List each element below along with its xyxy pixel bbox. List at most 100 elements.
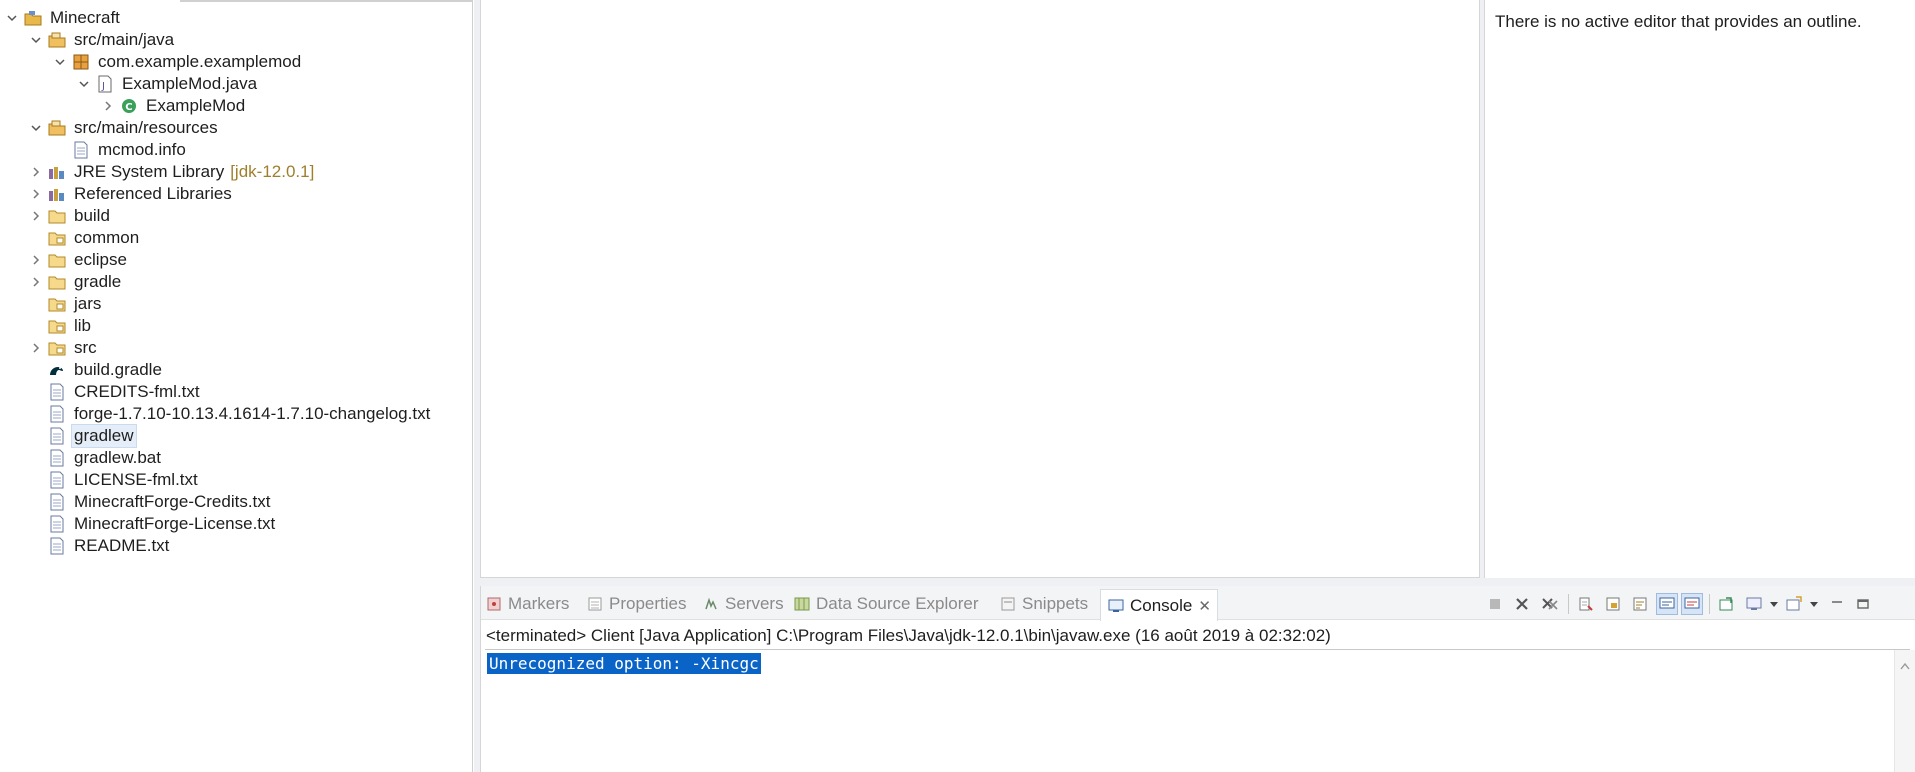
tree-item-label: ExampleMod (146, 96, 246, 115)
tree-item-label: forge-1.7.10-10.13.4.1614-1.7.10-changel… (74, 404, 431, 423)
console-icon (1107, 597, 1125, 615)
bottom-panel: Markers Properties Servers Data Source E… (480, 586, 1915, 772)
toolbar-separator (1709, 594, 1710, 614)
svg-text:C: C (125, 102, 132, 113)
console-output-line[interactable]: Unrecognized option: -Xincgc (487, 653, 761, 674)
tree-item-label: gradle (74, 272, 122, 291)
tree-item-label: MinecraftForge-License.txt (74, 514, 276, 533)
tree-item-label: src (74, 338, 97, 357)
tab-data-source-explorer[interactable]: Data Source Explorer (793, 590, 979, 618)
chevron-down-icon[interactable] (4, 10, 20, 26)
java-file-icon: J (96, 75, 114, 93)
gradle-icon (48, 361, 66, 379)
show-console-on-stderr-icon[interactable] (1681, 593, 1703, 615)
folder-icon (48, 207, 66, 225)
folder-icon (48, 295, 66, 313)
display-selected-console-icon[interactable] (1743, 593, 1765, 615)
tree-item-label: MinecraftForge-Credits.txt (74, 492, 271, 511)
word-wrap-icon[interactable] (1629, 593, 1651, 615)
pin-console-icon[interactable] (1715, 593, 1737, 615)
tree-item-label: lib (74, 316, 92, 335)
clear-console-icon[interactable] (1575, 593, 1597, 615)
remove-all-terminated-icon[interactable] (1539, 593, 1561, 615)
tree-item-label: Minecraft (50, 8, 120, 27)
tree-item-label: jars (74, 294, 102, 313)
close-icon[interactable]: ✕ (1198, 597, 1211, 615)
sash-horizontal[interactable] (474, 578, 1915, 586)
text-file-icon (48, 427, 66, 445)
tree-item-label: eclipse (74, 250, 127, 269)
source-folder-icon (48, 119, 66, 137)
tree-item-label: build.gradle (74, 360, 162, 379)
scroll-lock-icon[interactable] (1602, 593, 1624, 615)
folder-icon (48, 339, 66, 357)
tree-item-label: Referenced Libraries (74, 184, 232, 203)
tab-label: Properties (609, 594, 687, 613)
chevron-down-icon[interactable] (76, 76, 92, 92)
chevron-down-icon[interactable] (28, 32, 44, 48)
tab-label: Data Source Explorer (816, 594, 979, 613)
view-tab-bar: Markers Properties Servers Data Source E… (481, 586, 1915, 621)
show-console-on-stdout-icon[interactable] (1656, 593, 1678, 615)
outline-view: There is no active editor that provides … (1484, 0, 1915, 578)
snippets-icon (999, 595, 1017, 613)
open-console-icon[interactable] (1783, 593, 1805, 615)
tree-item-label: build (74, 206, 110, 225)
servers-icon (702, 595, 720, 613)
explorer-top-border (180, 0, 472, 2)
library-icon (48, 185, 66, 203)
tree-item-label: ExampleMod.java (122, 74, 258, 93)
folder-icon (48, 229, 66, 247)
data-source-icon (793, 595, 811, 613)
chevron-up-icon[interactable] (1899, 656, 1911, 676)
tree-item-label: mcmod.info (98, 140, 186, 159)
chevron-right-icon[interactable] (28, 164, 44, 180)
project-explorer: Minecraft src/main/java com.example.exam… (0, 0, 473, 772)
text-file-icon (48, 383, 66, 401)
chevron-right-icon[interactable] (28, 186, 44, 202)
tree-item-label: src/main/resources (74, 118, 218, 137)
tab-console[interactable]: Console ✕ (1100, 589, 1218, 621)
tree-item-label: LICENSE-fml.txt (74, 470, 198, 489)
text-file-icon (48, 449, 66, 467)
svg-text:J: J (101, 81, 105, 92)
terminate-icon[interactable] (1484, 593, 1506, 615)
tab-properties[interactable]: Properties (586, 590, 686, 618)
tree-item-label: common (74, 228, 140, 247)
console-scrollbar[interactable] (1894, 650, 1915, 772)
chevron-down-icon[interactable] (28, 120, 44, 136)
tree-item-readme[interactable]: README.txt (0, 533, 472, 559)
tab-servers[interactable]: Servers (702, 590, 784, 618)
chevron-right-icon[interactable] (28, 340, 44, 356)
maximize-icon[interactable] (1852, 593, 1874, 615)
tab-snippets[interactable]: Snippets (999, 590, 1088, 618)
tree-item-label: README.txt (74, 536, 170, 555)
project-icon (24, 9, 42, 27)
folder-icon (48, 317, 66, 335)
tree-item-label: JRE System Library (74, 162, 225, 181)
folder-icon (48, 273, 66, 291)
chevron-down-icon[interactable] (1803, 593, 1825, 615)
tab-label: Snippets (1022, 594, 1089, 613)
tree-item-label: CREDITS-fml.txt (74, 382, 200, 401)
properties-icon (586, 595, 604, 613)
chevron-right-icon[interactable] (28, 208, 44, 224)
tree-item-label: com.example.examplemod (98, 52, 302, 71)
folder-icon (48, 251, 66, 269)
chevron-right-icon[interactable] (28, 274, 44, 290)
package-icon (72, 53, 90, 71)
tab-markers[interactable]: Markers (485, 590, 569, 618)
editor-area[interactable] (480, 0, 1480, 578)
tree-item-decoration: [jdk-12.0.1] (230, 162, 315, 181)
remove-launch-icon[interactable] (1511, 593, 1533, 615)
chevron-right-icon[interactable] (100, 98, 116, 114)
text-file-icon (48, 471, 66, 489)
text-file-icon (48, 405, 66, 423)
chevron-right-icon[interactable] (28, 252, 44, 268)
chevron-down-icon[interactable] (52, 54, 68, 70)
minimize-icon[interactable] (1826, 593, 1848, 615)
chevron-down-icon[interactable] (1763, 593, 1785, 615)
console-launch-description: <terminated> Client [Java Application] C… (486, 626, 1331, 645)
toolbar-separator (1568, 594, 1569, 614)
tree-item-label: gradlew.bat (74, 448, 161, 467)
